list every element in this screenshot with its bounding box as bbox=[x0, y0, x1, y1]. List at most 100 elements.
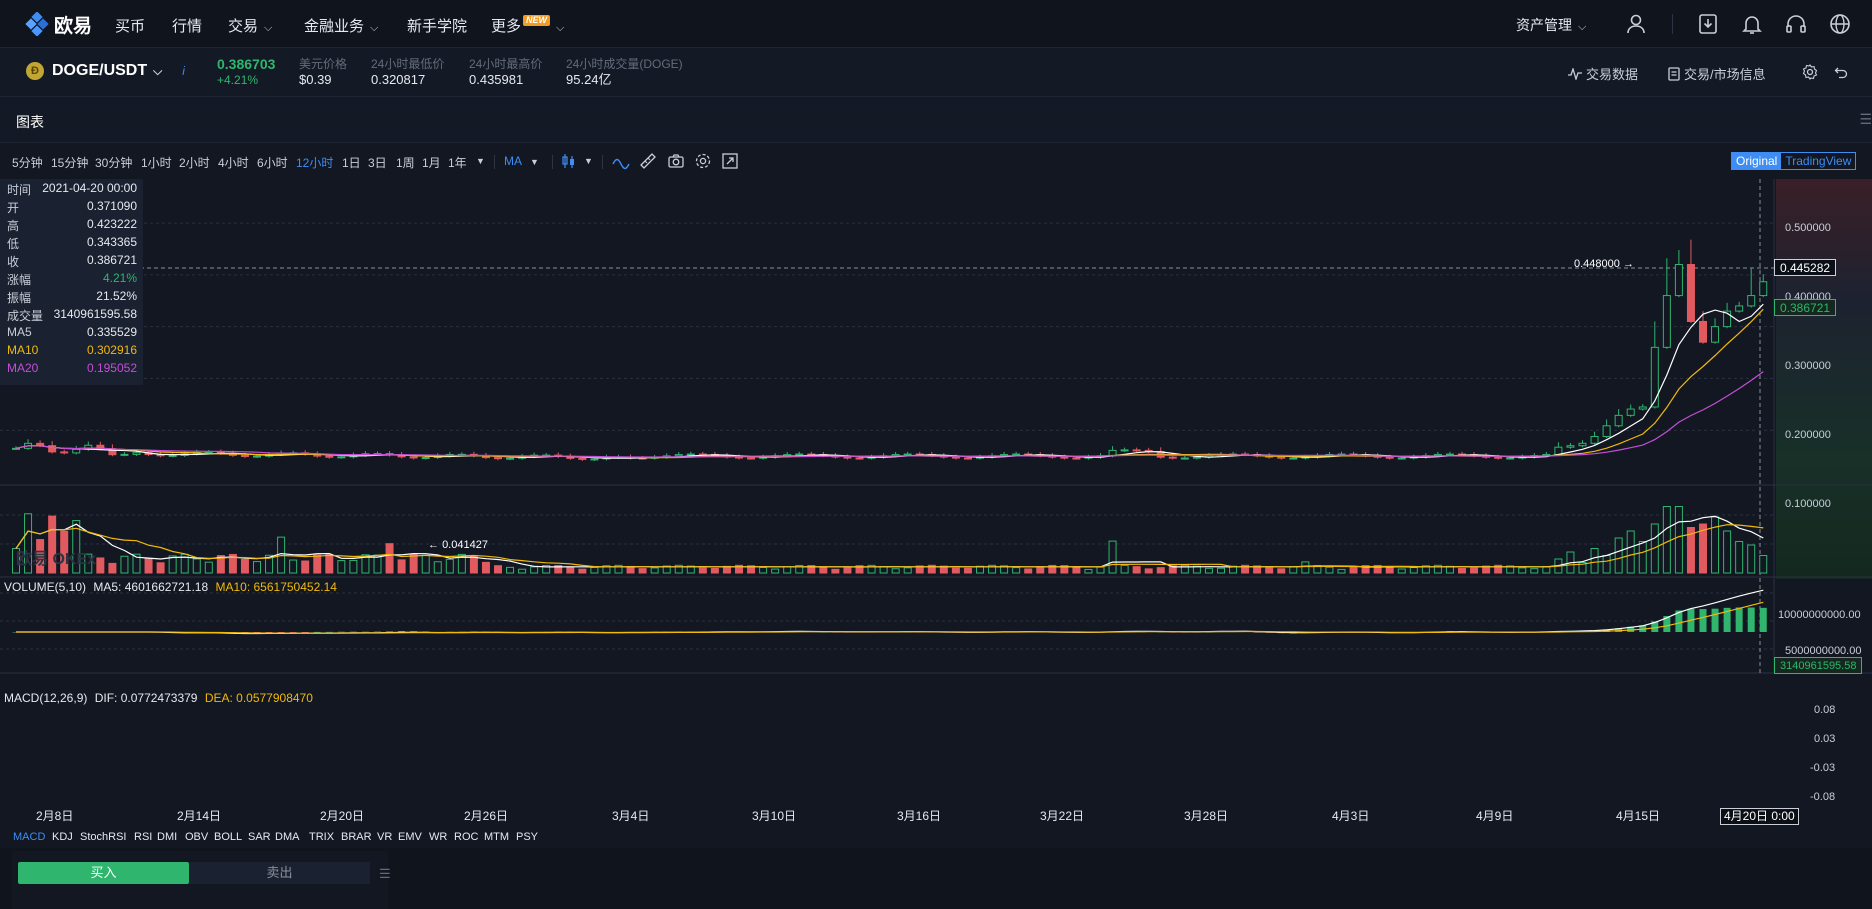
ind-trix[interactable]: TRIX bbox=[309, 831, 334, 843]
tf-1m[interactable]: 1月 bbox=[422, 154, 441, 171]
indicator-icon[interactable] bbox=[612, 152, 630, 170]
volume-bar bbox=[1325, 566, 1334, 574]
candle-body bbox=[1686, 264, 1695, 322]
candle-body bbox=[60, 451, 69, 454]
sell-tab[interactable]: 卖出 bbox=[189, 862, 370, 884]
ind-roc[interactable]: ROC bbox=[454, 831, 478, 843]
okex-logo[interactable]: 欧易 bbox=[24, 12, 92, 37]
buy-tab[interactable]: 买入 bbox=[18, 862, 189, 884]
ma-selector[interactable]: MA ▼ bbox=[504, 154, 539, 168]
volume-bar bbox=[1301, 561, 1310, 574]
info-icon[interactable]: i bbox=[182, 64, 185, 78]
ind-kdj[interactable]: KDJ bbox=[52, 831, 73, 843]
candlestick-chart[interactable] bbox=[0, 179, 1872, 807]
24h-high: 24小时最高价 0.435981 bbox=[469, 56, 542, 88]
ind-rsi[interactable]: RSI bbox=[134, 831, 152, 843]
download-icon[interactable] bbox=[1696, 12, 1720, 36]
info-value: 0.371090 bbox=[86, 199, 137, 213]
nav-more[interactable]: 更多 NEW ⌵ bbox=[491, 15, 564, 36]
volume-bars bbox=[12, 506, 1768, 574]
24h-low-value: 0.320817 bbox=[371, 72, 426, 87]
more-timeframes-caret[interactable]: ▼ bbox=[476, 156, 485, 166]
candle-body bbox=[1180, 457, 1189, 460]
ind-macd[interactable]: MACD bbox=[13, 831, 45, 843]
mode-original[interactable]: Original bbox=[1732, 153, 1782, 169]
nav-markets[interactable]: 行情 bbox=[172, 15, 202, 36]
x-tick: 4月15日 bbox=[1616, 809, 1661, 823]
panel-menu-icon[interactable]: ☰ bbox=[379, 866, 391, 882]
ind-sar[interactable]: SAR bbox=[248, 831, 271, 843]
candle-body bbox=[1590, 435, 1599, 444]
ind-brar[interactable]: BRAR bbox=[341, 831, 372, 843]
tf-30min[interactable]: 30分钟 bbox=[95, 154, 132, 171]
candle-body bbox=[1072, 457, 1081, 460]
volume-bar bbox=[289, 559, 298, 574]
tf-1h[interactable]: 1小时 bbox=[141, 154, 172, 171]
ind-wr[interactable]: WR bbox=[429, 831, 447, 843]
nav-trade[interactable]: 交易 ⌵ bbox=[228, 15, 272, 36]
nav-buy-crypto[interactable]: 买币 bbox=[115, 15, 145, 36]
bell-icon[interactable] bbox=[1740, 12, 1764, 36]
tf-15min[interactable]: 15分钟 bbox=[51, 154, 88, 171]
ind-stochrsi[interactable]: StochRSI bbox=[80, 831, 126, 843]
volume-bar bbox=[1747, 544, 1756, 574]
user-icon[interactable] bbox=[1624, 12, 1648, 36]
menu-icon[interactable]: ☰ bbox=[1859, 111, 1872, 128]
last-price: 0.386703 +4.21% bbox=[217, 56, 275, 88]
volume-bar bbox=[1409, 567, 1418, 574]
candle-type-caret[interactable]: ▼ bbox=[584, 156, 593, 166]
macd-bar bbox=[277, 632, 285, 633]
volume-bar bbox=[891, 568, 900, 574]
info-value: 3140961595.58 bbox=[53, 307, 137, 321]
tf-3d[interactable]: 3日 bbox=[368, 154, 387, 171]
tf-12h[interactable]: 12小时 bbox=[296, 154, 333, 171]
tf-1d[interactable]: 1日 bbox=[342, 154, 361, 171]
gear-icon[interactable] bbox=[694, 152, 712, 170]
volume-bar bbox=[771, 568, 780, 574]
volume-bar bbox=[313, 554, 322, 574]
ind-dma[interactable]: DMA bbox=[275, 831, 299, 843]
pulse-icon bbox=[1568, 66, 1582, 82]
ind-mtm[interactable]: MTM bbox=[484, 831, 509, 843]
macd-title: MACD(12,26,9) DIF: 0.0772473379 DEA: 0.0… bbox=[4, 691, 313, 705]
fullscreen-icon[interactable] bbox=[721, 152, 739, 170]
tf-1y[interactable]: 1年 bbox=[448, 154, 467, 171]
ind-dmi[interactable]: DMI bbox=[157, 831, 177, 843]
asset-management-menu[interactable]: 资产管理 ⌵ bbox=[1516, 15, 1586, 35]
crosshair-price: 0.445282 bbox=[1774, 259, 1837, 276]
candle-body bbox=[1566, 445, 1575, 448]
undo-icon[interactable] bbox=[1834, 65, 1848, 79]
volume-bar bbox=[1096, 566, 1105, 574]
volume-bar bbox=[843, 566, 852, 574]
tf-6h[interactable]: 6小时 bbox=[257, 154, 288, 171]
settings-icon[interactable] bbox=[1802, 64, 1818, 80]
tf-1w[interactable]: 1周 bbox=[396, 154, 415, 171]
pair-selector[interactable]: Ð DOGE/USDT ⌵ i bbox=[26, 62, 185, 80]
ruler-icon[interactable] bbox=[639, 152, 657, 170]
info-ma5: MA5 0.335529 bbox=[7, 325, 137, 343]
ind-obv[interactable]: OBV bbox=[185, 831, 208, 843]
volume-bar bbox=[1204, 567, 1213, 574]
ind-psy[interactable]: PSY bbox=[516, 831, 538, 843]
tf-4h[interactable]: 4小时 bbox=[218, 154, 249, 171]
trade-data-link[interactable]: 交易数据 bbox=[1568, 64, 1638, 83]
tf-5min[interactable]: 5分钟 bbox=[12, 154, 43, 171]
candle-body bbox=[1759, 281, 1768, 297]
ind-boll[interactable]: BOLL bbox=[214, 831, 242, 843]
ind-emv[interactable]: EMV bbox=[398, 831, 422, 843]
candle-body bbox=[409, 456, 418, 459]
volume-bar bbox=[1674, 506, 1683, 574]
nav-finance[interactable]: 金融业务 ⌵ bbox=[304, 15, 378, 36]
x-tick: 3月10日 bbox=[752, 809, 797, 823]
headset-icon[interactable] bbox=[1784, 12, 1808, 36]
camera-icon[interactable] bbox=[667, 152, 685, 170]
candle-body bbox=[240, 454, 249, 457]
market-info-link[interactable]: 交易/市场信息 bbox=[1668, 64, 1766, 83]
nav-academy[interactable]: 新手学院 bbox=[407, 15, 467, 36]
candle-type-icon[interactable] bbox=[560, 152, 578, 170]
ind-vr[interactable]: VR bbox=[377, 831, 392, 843]
mode-tradingview[interactable]: TradingView bbox=[1781, 153, 1855, 169]
tf-2h[interactable]: 2小时 bbox=[179, 154, 210, 171]
candle-body bbox=[747, 457, 756, 460]
globe-icon[interactable] bbox=[1828, 12, 1852, 36]
